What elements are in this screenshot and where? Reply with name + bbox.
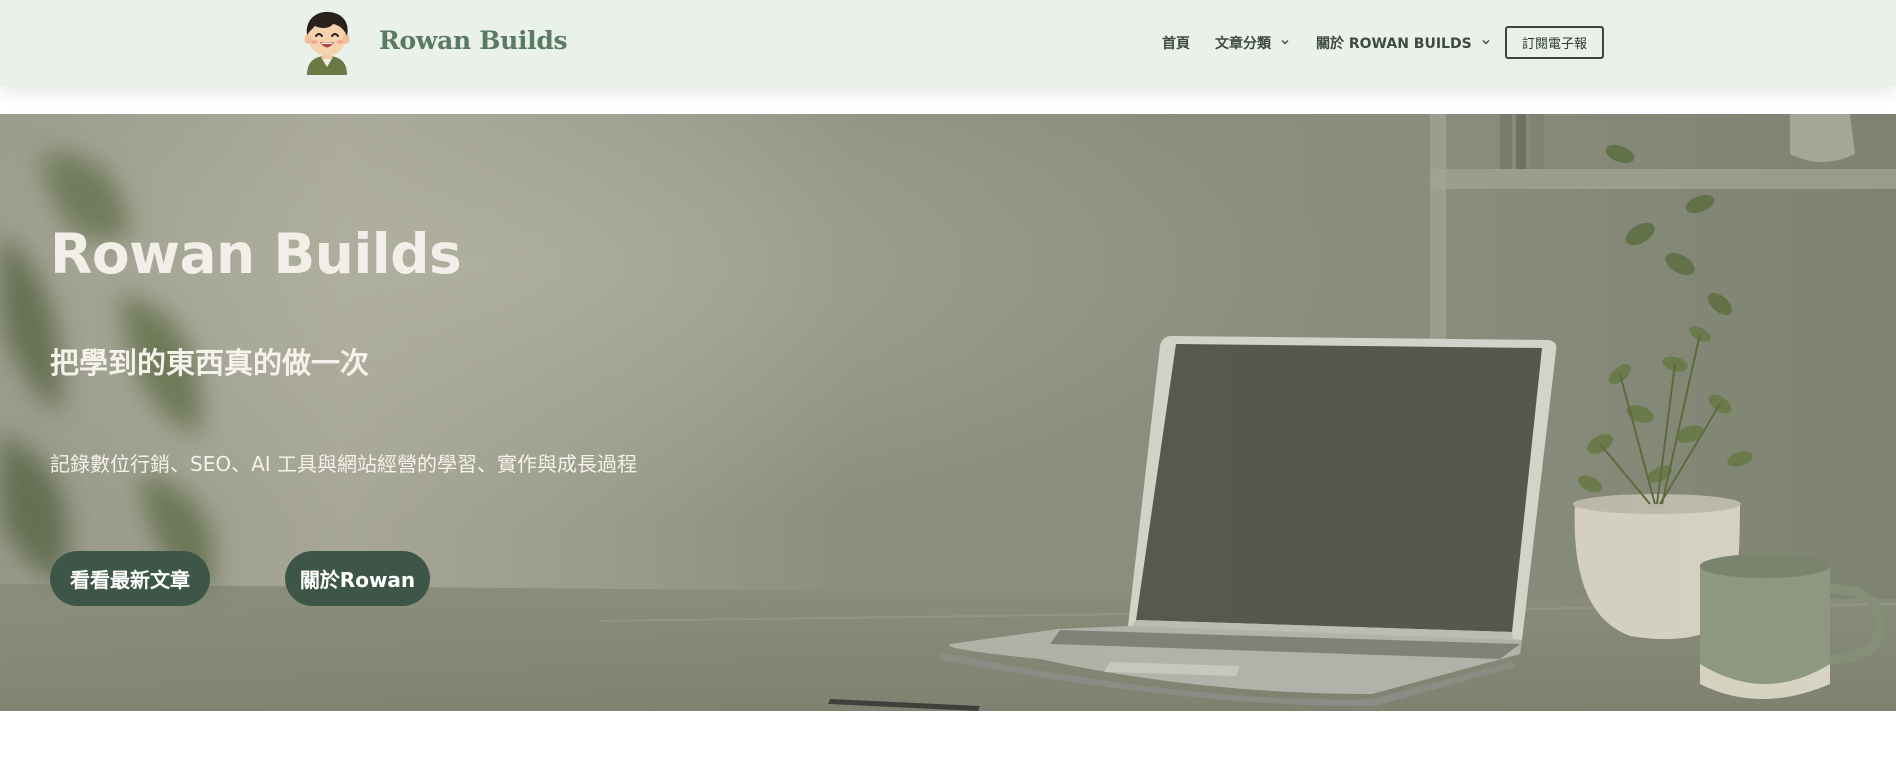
about-rowan-button[interactable]: 關於Rowan: [285, 551, 430, 606]
nav-item-categories-label: 文章分類: [1215, 36, 1271, 52]
site-header: Rowan Builds 首頁 文章分類 關於 ROWAN BUILDS 訂閱電…: [0, 0, 1896, 86]
site-title[interactable]: Rowan Builds: [379, 26, 568, 55]
cartoon-avatar-icon[interactable]: [299, 9, 355, 75]
hero-section: Rowan Builds 把學到的東西真的做一次 記錄數位行銷、SEO、AI 工…: [0, 114, 1896, 711]
nav-item-home-label: 首頁: [1162, 36, 1190, 52]
latest-posts-button[interactable]: 看看最新文章: [50, 551, 210, 606]
chevron-down-icon: [1281, 40, 1289, 45]
hero-subtitle: 把學到的東西真的做一次: [50, 346, 370, 380]
chevron-down-icon: [1482, 40, 1490, 45]
hero-title: Rowan Builds: [50, 222, 462, 286]
subscribe-newsletter-button[interactable]: 訂閱電子報: [1505, 26, 1604, 59]
nav-item-about[interactable]: 關於 ROWAN BUILDS: [1316, 33, 1491, 53]
nav-item-categories[interactable]: 文章分類: [1215, 33, 1290, 53]
hero-overlay: [0, 114, 1896, 711]
nav-item-about-label: 關於 ROWAN BUILDS: [1316, 36, 1472, 52]
nav-item-home[interactable]: 首頁: [1162, 33, 1190, 53]
hero-description: 記錄數位行銷、SEO、AI 工具與網站經營的學習、實作與成長過程: [50, 452, 638, 476]
